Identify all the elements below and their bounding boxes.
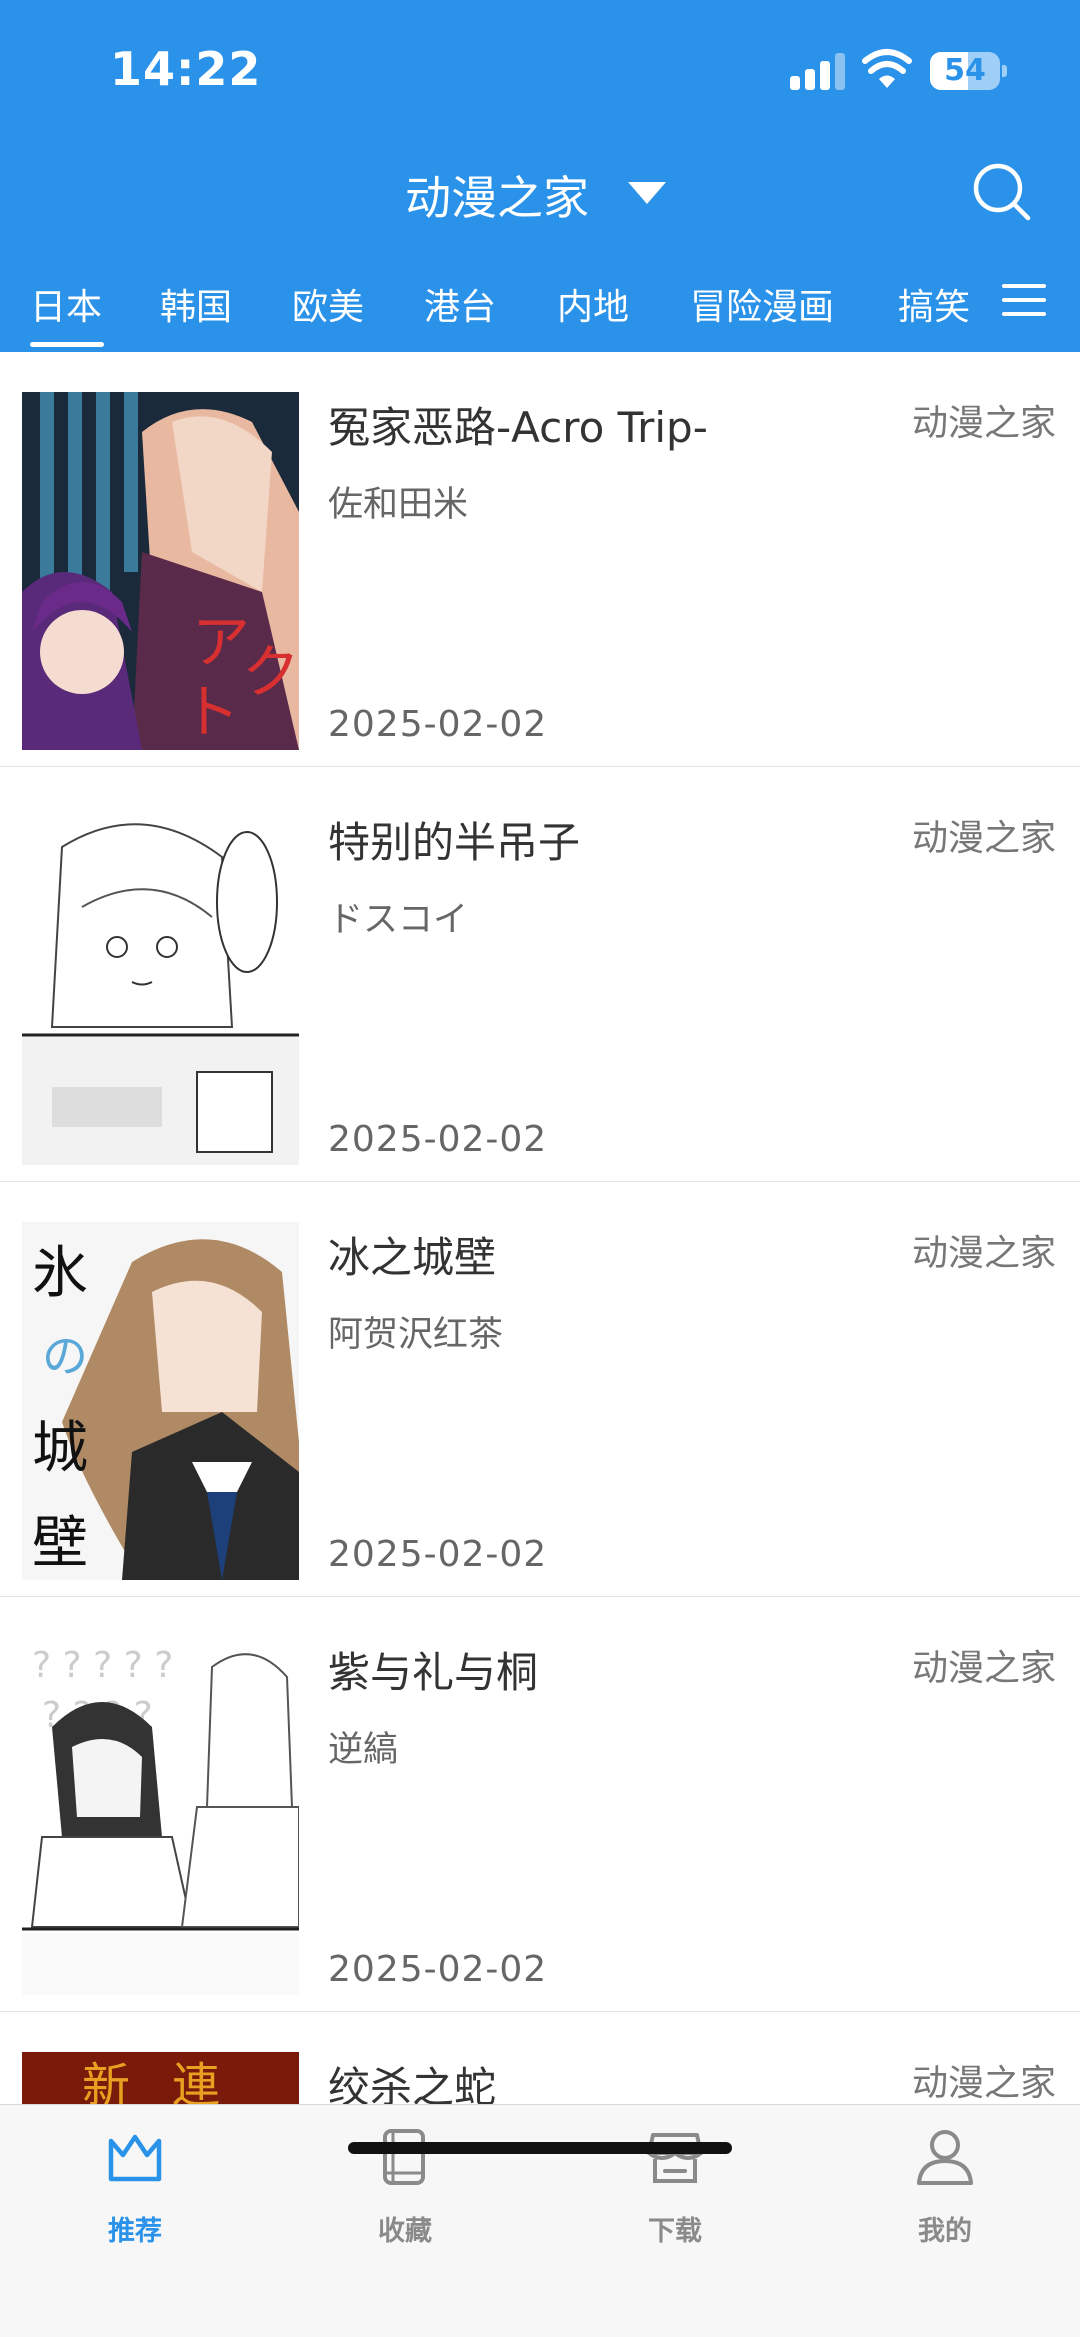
crown-icon [108,2134,162,2182]
user-icon [917,2130,973,2185]
comic-title: 紫与礼与桐 [328,1648,539,1697]
svg-text:連: 連 [172,2058,220,2106]
comic-list-item[interactable]: ? ? ? ? ? ? ? ? ? 紫与礼与桐 逆縞 2025-02-02 动漫… [0,1597,1080,2012]
tab-western[interactable]: 欧美 [292,278,364,330]
status-time: 14:22 [110,42,262,96]
comic-list-item[interactable]: ア ク ト 冤家恶路-Acro Trip- 佐和田米 2025-02-02 动漫… [0,352,1080,767]
tab-comedy[interactable]: 搞笑 [898,278,970,330]
nav-recommend[interactable]: 推荐 [0,2125,270,2255]
comic-source: 动漫之家 [911,403,1056,444]
comic-title: 特别的半吊子 [328,818,581,867]
comic-cover[interactable]: 氷 の 城 壁 [22,1222,299,1580]
search-icon[interactable] [970,160,1034,224]
menu-icon[interactable] [1000,276,1048,324]
comic-date: 2025-02-02 [328,1119,548,1160]
comic-author: 阿贺沢红茶 [328,1315,504,1355]
nav-label: 收藏 [378,2216,432,2247]
comic-date: 2025-02-02 [328,1949,548,1990]
cellular-signal-icon [790,52,846,90]
battery-icon: 54 [930,52,1007,90]
comic-list-item[interactable]: 新 連 绞杀之蛇 动漫之家 [0,2012,1080,2106]
title-bar: 动漫之家 [0,150,1080,230]
comic-date: 2025-02-02 [328,704,548,745]
comic-title: 冰之城壁 [328,1233,497,1282]
comic-cover[interactable]: ア ク ト [22,392,299,750]
tab-hk-taiwan[interactable]: 港台 [424,278,496,330]
comic-list: ア ク ト 冤家恶路-Acro Trip- 佐和田米 2025-02-02 动漫… [0,352,1080,2106]
svg-text:ト: ト [182,678,240,746]
store-icon [647,2133,703,2183]
source-selector[interactable]: 动漫之家 [405,162,589,228]
svg-text:壁: 壁 [32,1511,88,1576]
battery-level: 54 [944,53,986,88]
tab-korea[interactable]: 韩国 [160,278,232,330]
svg-text:氷: 氷 [32,1241,88,1306]
nav-profile[interactable]: 我的 [810,2125,1080,2255]
svg-text:? ? ? ? ?: ? ? ? ? ? [32,1645,173,1686]
tab-adventure[interactable]: 冒险漫画 [690,278,834,330]
tab-japan[interactable]: 日本 [30,278,102,330]
caret-down-icon[interactable] [628,182,666,204]
comic-author: 佐和田米 [328,485,469,525]
comic-title: 冤家恶路-Acro Trip- [328,403,708,452]
category-tabs: 日本 韩国 欧美 港台 内地 冒险漫画 搞笑 [0,268,1080,352]
svg-text:ク: ク [242,638,299,706]
nav-label: 推荐 [108,2216,162,2247]
svg-text:の: の [42,1329,88,1383]
comic-title: 绞杀之蛇 [328,2063,497,2106]
comic-source: 动漫之家 [911,818,1056,859]
comic-source: 动漫之家 [911,1233,1056,1274]
svg-text:城: 城 [32,1416,88,1481]
bottom-nav: 推荐 收藏 下载 我的 [0,2104,1080,2337]
top-bar: 14:22 54 动漫之家 日本 韩国 欧美 港台 内地 冒险漫画 搞笑 [0,0,1080,352]
comic-date: 2025-02-02 [328,1534,548,1575]
home-indicator[interactable] [348,2142,732,2154]
book-icon [383,2129,425,2185]
comic-author: ドスコイ [328,900,469,940]
comic-list-item[interactable]: 特别的半吊子 ドスコイ 2025-02-02 动漫之家 [0,767,1080,1182]
wifi-icon [862,49,912,88]
active-tab-indicator [30,342,104,347]
nav-label: 我的 [918,2216,972,2247]
svg-text:新: 新 [82,2058,130,2106]
status-bar: 14:22 54 [0,0,1080,130]
comic-source: 动漫之家 [911,2063,1056,2104]
comic-cover[interactable]: ? ? ? ? ? ? ? ? ? [22,1637,299,1995]
comic-cover[interactable]: 新 連 [22,2052,299,2106]
nav-label: 下载 [648,2216,702,2247]
comic-author: 逆縞 [328,1730,399,1770]
tab-mainland[interactable]: 内地 [557,278,629,330]
comic-cover[interactable] [22,807,299,1165]
comic-list-item[interactable]: 氷 の 城 壁 冰之城壁 阿贺沢红茶 2025-02-02 动漫之家 [0,1182,1080,1597]
comic-source: 动漫之家 [911,1648,1056,1689]
